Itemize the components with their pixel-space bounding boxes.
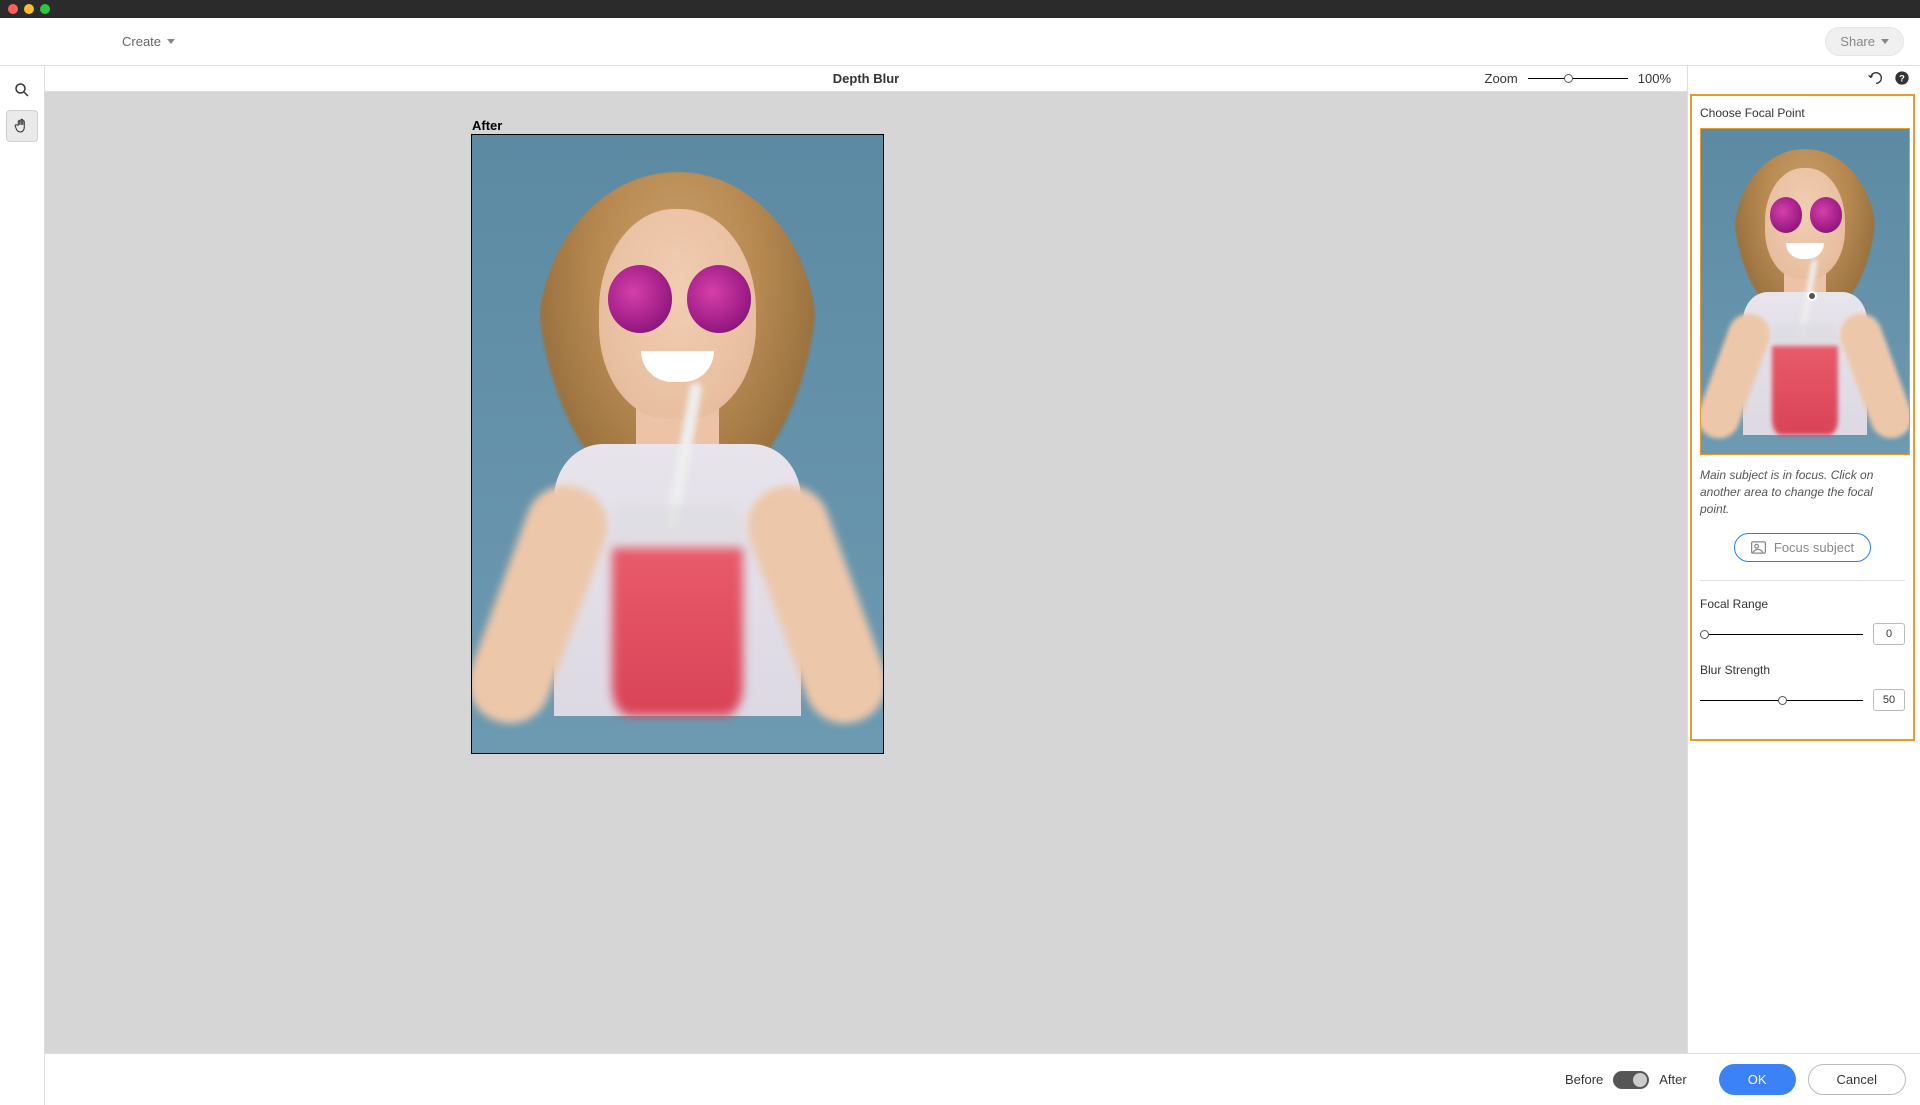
chevron-down-icon: [167, 39, 175, 44]
focus-subject-button[interactable]: Focus subject: [1734, 533, 1871, 562]
hand-tool[interactable]: [6, 110, 38, 142]
focal-hint: Main subject is in focus. Click on anoth…: [1700, 467, 1905, 517]
focal-range-label: Focal Range: [1700, 597, 1905, 611]
share-button[interactable]: Share: [1825, 27, 1904, 56]
focus-subject-label: Focus subject: [1774, 540, 1854, 555]
blur-strength-handle[interactable]: [1778, 696, 1787, 705]
blur-strength-slider[interactable]: [1700, 700, 1863, 701]
chevron-down-icon: [1881, 39, 1889, 44]
focal-range-handle[interactable]: [1700, 630, 1709, 639]
toggle-knob: [1633, 1073, 1647, 1087]
right-panel: ? Choose Focal Point Main subject is in …: [1688, 66, 1920, 1105]
before-after-toggle-group: Before After: [1565, 1071, 1687, 1089]
before-after-toggle[interactable]: [1613, 1071, 1649, 1089]
cancel-button[interactable]: Cancel: [1808, 1064, 1906, 1095]
top-bar: Create Share: [0, 18, 1920, 66]
zoom-slider[interactable]: [1528, 78, 1628, 79]
main-image[interactable]: [471, 134, 884, 754]
before-label: Before: [1565, 1072, 1603, 1087]
after-label: After: [1659, 1072, 1686, 1087]
left-toolbar: [0, 66, 45, 1105]
hand-icon: [13, 117, 31, 135]
help-button[interactable]: ?: [1894, 70, 1910, 89]
create-label: Create: [122, 34, 161, 49]
help-icon: ?: [1894, 70, 1910, 86]
magnifier-icon: [13, 81, 31, 99]
focal-point-marker[interactable]: [1807, 291, 1817, 301]
canvas-viewport[interactable]: After: [45, 92, 1687, 1105]
focal-point-thumbnail[interactable]: [1700, 128, 1910, 455]
share-label: Share: [1840, 34, 1875, 49]
zoom-label: Zoom: [1485, 71, 1518, 86]
blur-strength-value[interactable]: 50: [1873, 689, 1905, 711]
ok-button[interactable]: OK: [1719, 1064, 1796, 1095]
svg-text:?: ?: [1899, 73, 1905, 83]
zoom-slider-handle[interactable]: [1564, 74, 1573, 83]
zoom-tool[interactable]: [6, 74, 38, 106]
close-window-button[interactable]: [8, 4, 18, 14]
focal-range-slider[interactable]: [1700, 634, 1863, 635]
divider: [1700, 580, 1905, 581]
zoom-value: 100%: [1638, 71, 1671, 86]
canvas-area: Depth Blur Zoom 100% After: [45, 66, 1688, 1105]
focal-point-panel: Choose Focal Point Main subject is in fo…: [1690, 94, 1915, 741]
maximize-window-button[interactable]: [40, 4, 50, 14]
focal-range-value[interactable]: 0: [1873, 623, 1905, 645]
canvas-title: Depth Blur: [833, 71, 899, 86]
minimize-window-button[interactable]: [24, 4, 34, 14]
create-menu[interactable]: Create: [112, 28, 185, 55]
blur-strength-label: Blur Strength: [1700, 663, 1905, 677]
canvas-header: Depth Blur Zoom 100%: [45, 66, 1687, 92]
undo-icon: [1868, 71, 1884, 85]
window-titlebar: [0, 0, 1920, 18]
bottom-bar: Before After OK Cancel: [45, 1053, 1920, 1105]
after-label: After: [472, 118, 502, 133]
panel-title: Choose Focal Point: [1700, 106, 1905, 120]
reset-button[interactable]: [1868, 71, 1884, 88]
subject-icon: [1751, 541, 1766, 554]
